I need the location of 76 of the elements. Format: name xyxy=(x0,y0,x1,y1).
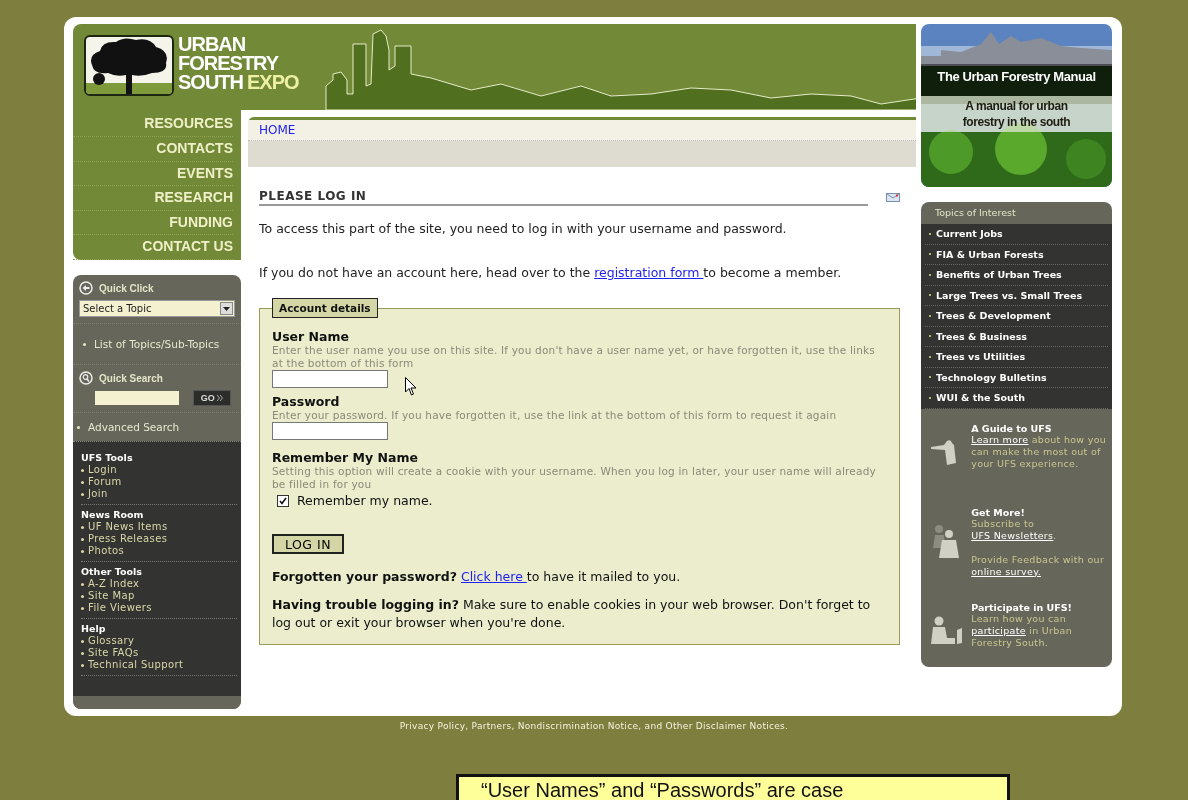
click-here-link[interactable]: Click here xyxy=(460,569,527,584)
search-field[interactable] xyxy=(95,391,179,405)
go-button[interactable]: GO xyxy=(193,390,231,406)
people-figure-icon xyxy=(931,524,962,560)
topic-link[interactable]: Technology Bulletins xyxy=(925,367,1108,388)
callout-note: “User Names” and “Passwords” are case xyxy=(456,774,1010,800)
remember-checkbox[interactable] xyxy=(277,494,289,507)
tool-link[interactable]: Technical Support xyxy=(88,659,184,671)
registration-text: If you do not have an account here, head over to the registration form to become a member. xyxy=(259,264,843,281)
promo-text: Subscribe to UFS Newsletters. xyxy=(971,517,1058,542)
tool-link[interactable]: Press Releases xyxy=(88,533,168,545)
manual-subtitle: A manual for urban forestry in the south xyxy=(961,98,1072,130)
topic-link[interactable]: Trees vs Utilities xyxy=(925,347,1108,368)
page-title: PLEASE LOG IN xyxy=(259,189,868,206)
topic-link[interactable]: Current Jobs xyxy=(925,224,1108,245)
input-field[interactable] xyxy=(272,422,388,440)
tool-link[interactable]: A-Z Index xyxy=(88,578,140,590)
promo-text: Learn how you can participate in Urban Forestry South. xyxy=(971,612,1074,649)
tool-link[interactable]: Login xyxy=(88,464,117,476)
promo-link[interactable]: participate xyxy=(971,624,1026,636)
group-title: News Room xyxy=(81,509,145,520)
email-icon[interactable] xyxy=(886,193,900,202)
panel-title: Topics of Interest xyxy=(934,206,1017,220)
forgot-password-text: Forgotten your password? Click here to have it mailed to you. xyxy=(272,568,682,586)
group-title: UFS Tools xyxy=(81,452,134,463)
topic-select[interactable]: Select a Topic xyxy=(79,300,235,317)
field-hint: Enter your password. If you have forgotten it, use the link at the bottom of this form to request it again xyxy=(272,409,838,422)
group-title: Other Tools xyxy=(81,566,143,577)
topic-link[interactable]: Trees & Business xyxy=(925,326,1108,347)
tool-link[interactable]: File Viewers xyxy=(88,602,152,614)
promo-link[interactable]: online survey. xyxy=(971,565,1042,577)
topic-link[interactable]: FIA & Urban Forests xyxy=(925,244,1108,265)
promo-title: A Guide to UFS xyxy=(971,422,1053,434)
advanced-search-link[interactable]: Advanced Search xyxy=(73,413,241,441)
tool-link[interactable]: Site Map xyxy=(88,590,135,602)
section-title: Quick Search xyxy=(99,372,163,384)
topic-link[interactable]: Large Trees vs. Small Trees xyxy=(925,285,1108,306)
trouble-text: Having trouble logging in? Make sure to enable cookies in your web browser. Don't forget to log out or exit your browser when you're done. xyxy=(272,596,872,632)
form-legend: Account details xyxy=(272,298,378,318)
field-hint: Setting this option will create a cookie with your username. When you log in later, your user name will already be filled in for you xyxy=(272,465,877,491)
topic-link[interactable]: Trees & Development xyxy=(925,306,1108,327)
arrow-circle-icon xyxy=(79,281,93,295)
tool-link[interactable]: Glossary xyxy=(88,635,135,647)
promo-text: Learn more about how you can make the most out of your UFS experience. xyxy=(971,433,1108,470)
checkbox-label: Remember my name. xyxy=(297,493,433,508)
promo-link[interactable]: Learn more xyxy=(971,433,1029,445)
promo-title: Get More! xyxy=(971,506,1026,518)
field-label: User Name xyxy=(272,329,350,344)
tool-link[interactable]: Photos xyxy=(88,545,125,557)
intro-text: To access this part of the site, you need to log in with your username and password. xyxy=(259,220,788,237)
field-label: Password xyxy=(272,394,341,409)
promo-text: Provide Feedback with our online survey. xyxy=(971,553,1106,578)
tool-link[interactable]: Site FAQs xyxy=(88,647,139,659)
logo-text: SOUTH EXPO xyxy=(178,73,299,92)
chevrons-icon xyxy=(217,395,224,401)
tool-link[interactable]: Join xyxy=(88,488,108,500)
logo-text: FORESTRY xyxy=(178,54,280,73)
footer-links[interactable]: Privacy Policy, Partners, Nondiscrimination Notice, and Other Disclaimer Notices. xyxy=(399,721,789,731)
tool-link[interactable]: UF News Items xyxy=(88,521,168,533)
registration-link[interactable]: registration form xyxy=(594,265,704,280)
search-icon xyxy=(79,371,93,385)
tool-link[interactable]: Forum xyxy=(88,476,122,488)
login-button[interactable]: LOG IN xyxy=(272,534,344,554)
topics-link[interactable]: List of Topics/Sub-Topics xyxy=(79,330,235,358)
input-field[interactable] xyxy=(272,370,388,388)
topic-link[interactable]: WUI & the South xyxy=(925,388,1108,409)
group-title: Help xyxy=(81,623,107,634)
mouse-pointer-icon xyxy=(405,377,417,396)
tree-icon xyxy=(84,35,174,96)
field-hint: Enter the user name you use on this site. If you don't have a user name yet, or have forgotten it, use the links at the bottom of this form xyxy=(272,344,876,370)
breadcrumb-link[interactable]: HOME xyxy=(259,123,296,137)
field-label: Remember My Name xyxy=(272,450,419,465)
topic-link[interactable]: Benefits of Urban Trees xyxy=(925,265,1108,286)
promo-title: Participate in UFS! xyxy=(971,601,1073,613)
section-title: Quick Click xyxy=(99,282,154,294)
logo-text: URBAN xyxy=(178,35,247,54)
